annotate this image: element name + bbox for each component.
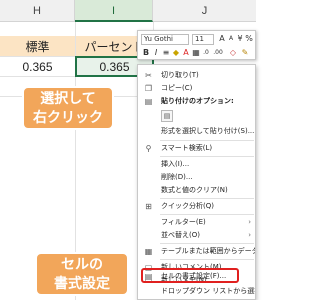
menu-separator [160,140,254,141]
percent-icon[interactable]: % [244,34,254,44]
column-header-bar: H I J [0,0,256,22]
menu-item-sort[interactable]: 並べ替え(O) › [138,229,255,242]
eraser-icon[interactable]: ◇ [228,48,238,58]
menu-item-label: 挿入(I)... [161,160,190,168]
quick-analysis-icon: ⊞ [145,202,152,211]
menu-item-get-data[interactable]: ▦ テーブルまたは範囲からデータを取得(G)... [138,245,255,258]
menu-item-copy[interactable]: ❐ コピー(C) [138,82,255,95]
font-size-box[interactable]: 11 [192,34,214,45]
search-icon: ⚲ [145,144,152,153]
font-color-icon[interactable]: A [181,48,191,58]
menu-item-cut[interactable]: ✂ 切り取り(T) [138,69,255,82]
column-header-j[interactable]: J [153,0,256,22]
borders-icon[interactable]: ▦ [191,48,201,58]
format-painter-icon[interactable]: ✎ [240,48,250,58]
column-header-i[interactable]: I [75,0,153,22]
menu-item-label: 切り取り(T) [161,71,199,79]
decrease-decimal-icon[interactable]: .0 [201,48,211,58]
scissors-icon: ✂ [145,71,152,80]
menu-item-label: テーブルまたは範囲からデータを取得(G)... [161,247,255,255]
menu-item-label: 形式を選択して貼り付け(S)... [161,127,255,135]
menu-item-smart-lookup[interactable]: ⚲ スマート検索(L) [138,142,255,155]
menu-item-label: クイック分析(Q) [161,202,214,210]
increase-decimal-icon[interactable]: .00 [213,48,223,58]
highlight-box [141,268,239,283]
menu-item-label: ドロップダウン リストから選択(K)... [161,287,255,295]
menu-item-paste-special[interactable]: 形式を選択して貼り付け(S)... [138,125,255,138]
cell-h-header[interactable]: 標準 [0,36,75,56]
copy-icon: ❐ [144,84,153,93]
menu-item-paste-options: ▤ 貼り付けのオプション: [138,95,255,108]
menu-item-insert[interactable]: 挿入(I)... [138,158,255,171]
callout-line: セルの [61,257,103,273]
menu-item-filter[interactable]: フィルター(E) › [138,216,255,229]
callout-right-click: 選択して 右クリック [22,86,114,130]
callout-line: 書式設定 [54,276,110,292]
menu-separator [160,214,254,215]
menu-item-label: スマート検索(L) [161,144,213,152]
mini-toolbar: Yu Gothi 11 A A ¥ % B I ≡ ◆ A ▦ .0 .00 ◇… [137,30,256,60]
menu-item-label: 並べ替え(O) [161,231,200,239]
bold-icon[interactable]: B [141,48,151,58]
menu-separator [160,259,254,260]
menu-item-quick-analysis[interactable]: ⊞ クイック分析(Q) [138,200,255,213]
menu-separator [160,198,254,199]
paste-icon: ▤ [144,97,153,106]
menu-item-label: コピー(C) [161,84,193,92]
callout-format-cells: セルの 書式設定 [35,252,129,296]
menu-separator [160,243,254,244]
callout-line: 選択して [40,91,96,107]
callout-line: 右クリック [33,110,103,126]
menu-item-label: フィルター(E) [161,218,206,226]
menu-item-clear-contents[interactable]: 数式と値のクリア(N) [138,184,255,197]
italic-icon[interactable]: I [151,48,161,58]
chevron-right-icon: › [248,218,251,226]
cell-h-value[interactable]: 0.365 [0,57,75,76]
fill-color-icon[interactable]: ◆ [171,48,181,58]
table-icon: ▦ [144,247,153,256]
menu-separator [160,156,254,157]
menu-item-label: 削除(D)... [161,173,193,181]
menu-item-label: 貼り付けのオプション: [161,97,234,105]
menu-item-pick-from-list[interactable]: ドロップダウン リストから選択(K)... [138,285,255,298]
chevron-right-icon: › [248,231,251,239]
paste-clipboard-icon[interactable]: ▤ [161,110,173,122]
context-menu: ✂ 切り取り(T) ❐ コピー(C) ▤ 貼り付けのオプション: ▤ 形式を選択… [137,64,256,300]
menu-item-label: 数式と値のクリア(N) [161,186,228,194]
column-header-h[interactable]: H [0,0,75,22]
menu-item-delete[interactable]: 削除(D)... [138,171,255,184]
align-icon[interactable]: ≡ [161,48,171,58]
font-name-box[interactable]: Yu Gothi [141,34,189,45]
